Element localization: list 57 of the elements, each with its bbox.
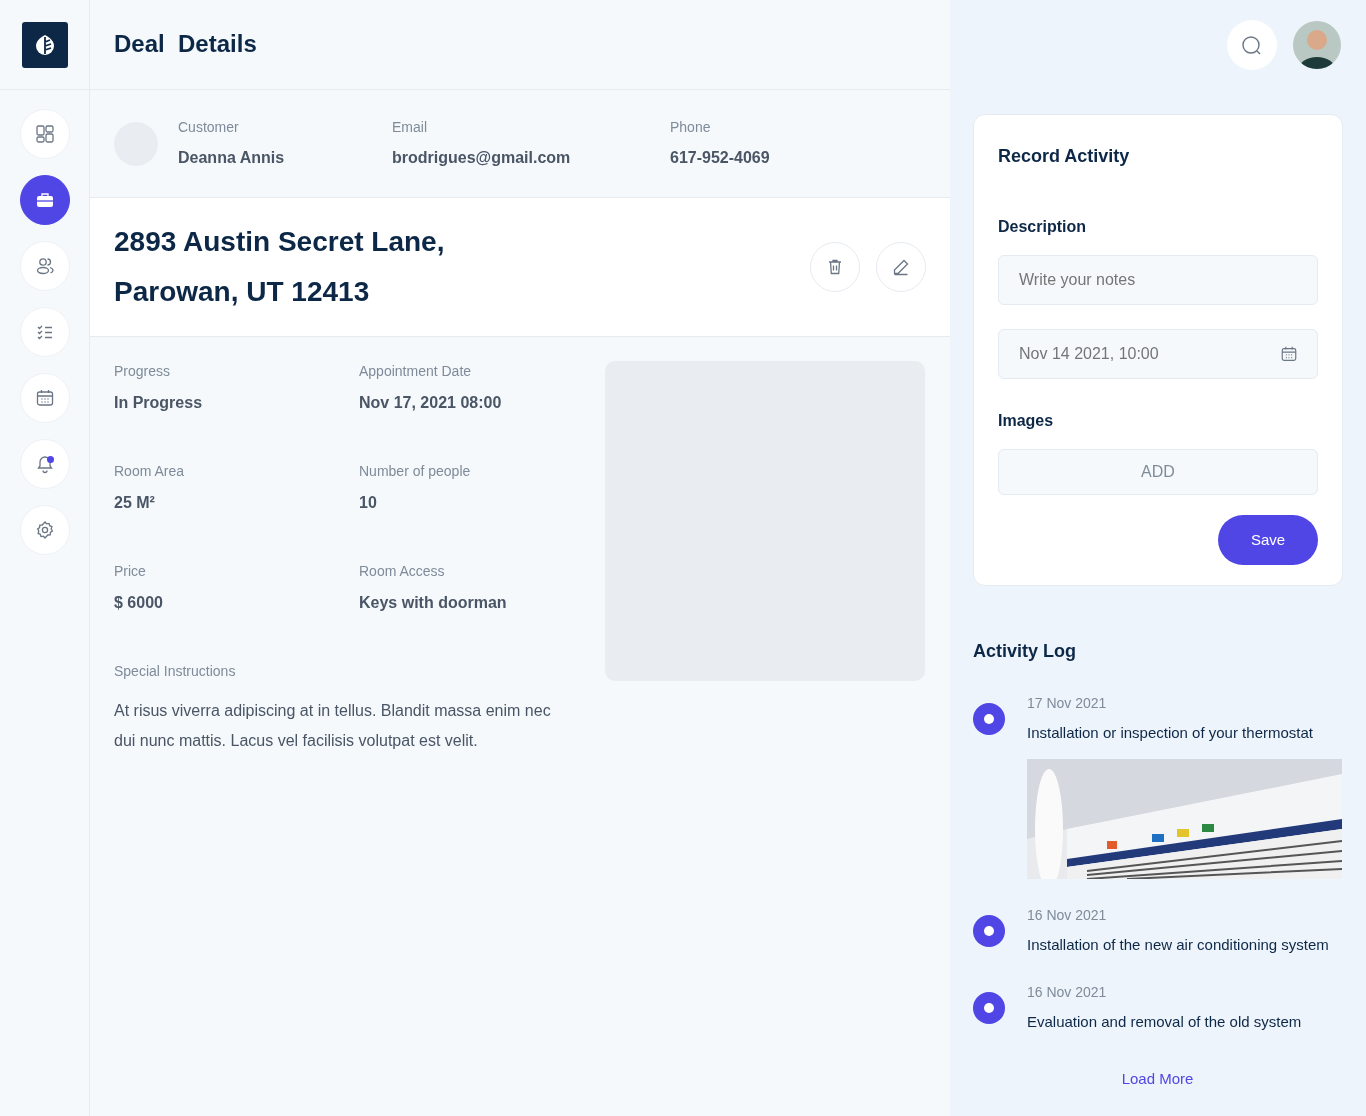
field-value: $ 6000 bbox=[114, 593, 164, 613]
load-more-link[interactable]: Load More bbox=[973, 1067, 1342, 1090]
field-value: 617-952-4069 bbox=[670, 148, 771, 168]
calendar-icon bbox=[34, 388, 55, 408]
field-label: Email bbox=[392, 118, 428, 137]
log-date: 16 Nov 2021 bbox=[1027, 983, 1108, 1002]
field-label: Progress bbox=[114, 362, 172, 381]
nav-button[interactable] bbox=[19, 175, 70, 225]
field-label: Images bbox=[998, 411, 1055, 431]
address-line: Parowan, UT 12413 bbox=[114, 275, 371, 309]
field-value: Keys with doorman bbox=[359, 593, 508, 613]
users-icon bbox=[34, 256, 55, 276]
field-label: Room Access bbox=[359, 562, 446, 581]
search-icon bbox=[1241, 34, 1263, 57]
save-button[interactable]: Save bbox=[1218, 515, 1318, 565]
section-title: Activity Log bbox=[973, 640, 1077, 663]
log-date: 17 Nov 2021 bbox=[1027, 694, 1108, 713]
card-title: Record Activity bbox=[998, 145, 1131, 168]
calendar-icon bbox=[1280, 345, 1298, 363]
notes-field[interactable]: Write your notes bbox=[998, 255, 1318, 305]
field-value: 10 bbox=[359, 493, 378, 513]
field-label: Price bbox=[114, 562, 147, 581]
field-value: Deanna Annis bbox=[178, 148, 286, 168]
log-date: 16 Nov 2021 bbox=[1027, 905, 1108, 925]
bell-icon bbox=[34, 454, 55, 474]
search-button[interactable] bbox=[1227, 20, 1277, 70]
field-label: Room Area bbox=[114, 462, 186, 481]
page-title: Deal Details bbox=[114, 30, 257, 59]
log-text: Installation of the new air conditioning system bbox=[1027, 934, 1329, 955]
field-label: Appointment Date bbox=[359, 362, 473, 381]
field-label: Customer bbox=[178, 118, 240, 137]
logo-icon bbox=[21, 21, 68, 68]
field-value: In Progress bbox=[114, 393, 204, 413]
timeline-dot bbox=[973, 992, 1005, 1024]
settings-icon bbox=[34, 520, 55, 540]
timeline-dot bbox=[973, 914, 1005, 947]
log-text: Evaluation and removal of the old system bbox=[1027, 1012, 1302, 1032]
timeline-dot bbox=[973, 703, 1005, 735]
dashboard-icon bbox=[34, 124, 55, 144]
field-value: 25 M² bbox=[114, 493, 156, 513]
field-label: Special Instructions bbox=[114, 662, 237, 681]
address-line: 2893 Austin Secret Lane, bbox=[114, 225, 445, 259]
field-label: Number of people bbox=[359, 462, 472, 481]
field-value: Nov 17, 2021 08:00 bbox=[359, 393, 503, 413]
briefcase-icon bbox=[34, 190, 55, 210]
field-value: brodrigues@gmail.com bbox=[392, 148, 572, 168]
log-text: Installation or inspection of your thermostat bbox=[1027, 723, 1314, 743]
date-field[interactable]: Nov 14 2021, 10:00 bbox=[998, 329, 1318, 379]
field-label: Description bbox=[998, 217, 1087, 237]
instructions-text: At risus viverra adipiscing at in tellus. Blandit massa enim nec dui nunc mattis. Lacus vel facilisis volutpat est velit. bbox=[114, 701, 552, 751]
delete-button[interactable] bbox=[810, 242, 860, 292]
pencil-icon bbox=[892, 258, 910, 276]
trash-icon bbox=[826, 258, 844, 276]
field-label: Phone bbox=[670, 118, 712, 137]
add-image-button[interactable]: ADD bbox=[998, 449, 1318, 495]
edit-button[interactable] bbox=[876, 242, 926, 292]
user-avatar[interactable] bbox=[1293, 21, 1341, 69]
